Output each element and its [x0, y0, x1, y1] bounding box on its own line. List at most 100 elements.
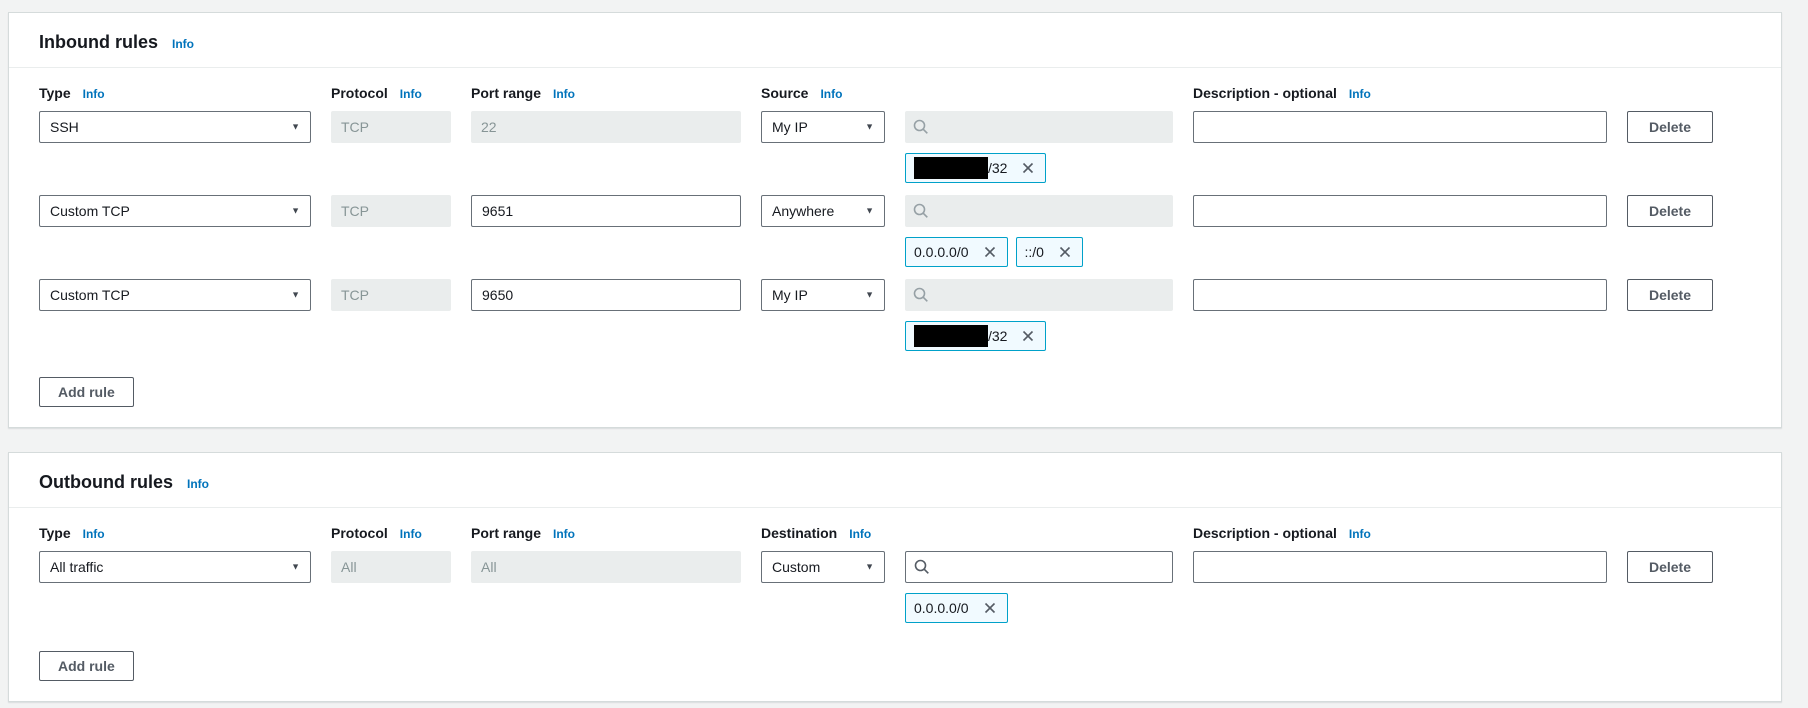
chevron-down-icon: ▼ [291, 291, 300, 300]
type-select[interactable]: Custom TCP ▼ [39, 279, 311, 311]
type-info-link[interactable]: Info [83, 87, 105, 101]
source-info-link[interactable]: Info [820, 87, 842, 101]
column-label-port-range: Port range Info [471, 524, 741, 542]
add-rule-button[interactable]: Add rule [39, 377, 134, 407]
inbound-rule-row: SSH ▼ TCP 22 My IP ▼ Delete /32 [39, 111, 1751, 183]
description-input[interactable] [1193, 551, 1607, 583]
inbound-column-labels: Type Info Protocol Info Port range Info … [39, 84, 1751, 102]
destination-tokens: 0.0.0.0/0 [905, 593, 1173, 623]
cidr-token: 0.0.0.0/0 [905, 237, 1008, 267]
chevron-down-icon: ▼ [865, 563, 874, 572]
inbound-rule-row: Custom TCP ▼ TCP Anywhere ▼ Delete 0.0.0… [39, 195, 1751, 267]
destination-search-input[interactable] [938, 559, 1164, 575]
type-select[interactable]: All traffic ▼ [39, 551, 311, 583]
destination-info-link[interactable]: Info [849, 527, 871, 541]
column-label-source: Source Info [761, 84, 885, 102]
column-label-protocol: Protocol Info [331, 524, 451, 542]
outbound-rules-panel: Outbound rules Info Type Info Protocol I… [8, 452, 1782, 702]
chevron-down-icon: ▼ [865, 123, 874, 132]
close-icon [1058, 245, 1072, 259]
column-label-type: Type Info [39, 84, 311, 102]
chevron-down-icon: ▼ [291, 123, 300, 132]
protocol-field: TCP [331, 279, 451, 311]
close-icon [983, 245, 997, 259]
add-rule-button[interactable]: Add rule [39, 651, 134, 681]
description-input[interactable] [1193, 279, 1607, 311]
protocol-field: TCP [331, 195, 451, 227]
close-icon [983, 601, 997, 615]
inbound-panel-title: Inbound rules [39, 31, 158, 53]
destination-search-box[interactable] [905, 551, 1173, 583]
close-icon [1021, 329, 1035, 343]
column-label-destination: Destination Info [761, 524, 885, 542]
source-search-box [905, 279, 1173, 311]
protocol-field: TCP [331, 111, 451, 143]
delete-rule-button[interactable]: Delete [1627, 195, 1713, 227]
description-input[interactable] [1193, 111, 1607, 143]
source-select[interactable]: My IP ▼ [761, 279, 885, 311]
source-search-box [905, 111, 1173, 143]
column-label-description: Description - optional Info [1193, 524, 1607, 542]
port-range-input[interactable] [471, 279, 741, 311]
description-input[interactable] [1193, 195, 1607, 227]
protocol-info-link[interactable]: Info [400, 87, 422, 101]
source-tokens: /32 [905, 153, 1173, 183]
chevron-down-icon: ▼ [291, 563, 300, 572]
source-tokens: 0.0.0.0/0 ::/0 [905, 237, 1173, 267]
port-range-field: All [471, 551, 741, 583]
redacted-ip [914, 157, 988, 179]
inbound-info-link[interactable]: Info [172, 37, 194, 51]
search-icon [914, 559, 930, 575]
description-info-link[interactable]: Info [1349, 527, 1371, 541]
remove-token-button[interactable] [983, 245, 997, 259]
outbound-panel-title: Outbound rules [39, 471, 173, 493]
port-range-info-link[interactable]: Info [553, 527, 575, 541]
cidr-token: ::/0 [1016, 237, 1083, 267]
column-label-type: Type Info [39, 524, 311, 542]
column-label-port-range: Port range Info [471, 84, 741, 102]
search-icon [913, 119, 929, 135]
inbound-panel-header: Inbound rules Info [9, 13, 1781, 68]
outbound-column-labels: Type Info Protocol Info Port range Info … [39, 524, 1751, 542]
type-select[interactable]: SSH ▼ [39, 111, 311, 143]
port-range-info-link[interactable]: Info [553, 87, 575, 101]
source-search-input [937, 119, 1165, 135]
outbound-rule-row: All traffic ▼ All All Custom ▼ Delete 0.… [39, 551, 1751, 623]
source-search-input [937, 287, 1165, 303]
remove-token-button[interactable] [983, 601, 997, 615]
cidr-token: 0.0.0.0/0 [905, 593, 1008, 623]
inbound-rules-panel: Inbound rules Info Type Info Protocol In… [8, 12, 1782, 428]
outbound-panel-header: Outbound rules Info [9, 453, 1781, 508]
delete-rule-button[interactable]: Delete [1627, 111, 1713, 143]
protocol-info-link[interactable]: Info [400, 527, 422, 541]
chevron-down-icon: ▼ [865, 207, 874, 216]
search-icon [913, 287, 929, 303]
destination-select[interactable]: Custom ▼ [761, 551, 885, 583]
outbound-info-link[interactable]: Info [187, 477, 209, 491]
source-select[interactable]: My IP ▼ [761, 111, 885, 143]
inbound-panel-body: Type Info Protocol Info Port range Info … [9, 68, 1781, 427]
source-tokens: /32 [905, 321, 1173, 351]
port-range-field: 22 [471, 111, 741, 143]
column-label-protocol: Protocol Info [331, 84, 451, 102]
description-info-link[interactable]: Info [1349, 87, 1371, 101]
column-label-description: Description - optional Info [1193, 84, 1607, 102]
delete-rule-button[interactable]: Delete [1627, 279, 1713, 311]
cidr-token: /32 [905, 321, 1046, 351]
chevron-down-icon: ▼ [865, 291, 874, 300]
source-select[interactable]: Anywhere ▼ [761, 195, 885, 227]
search-icon [913, 203, 929, 219]
port-range-input[interactable] [471, 195, 741, 227]
chevron-down-icon: ▼ [291, 207, 300, 216]
source-search-input [937, 203, 1165, 219]
outbound-panel-body: Type Info Protocol Info Port range Info … [9, 508, 1781, 701]
redacted-ip [914, 325, 988, 347]
remove-token-button[interactable] [1021, 329, 1035, 343]
remove-token-button[interactable] [1021, 161, 1035, 175]
type-select[interactable]: Custom TCP ▼ [39, 195, 311, 227]
cidr-token: /32 [905, 153, 1046, 183]
delete-rule-button[interactable]: Delete [1627, 551, 1713, 583]
type-info-link[interactable]: Info [83, 527, 105, 541]
close-icon [1021, 161, 1035, 175]
remove-token-button[interactable] [1058, 245, 1072, 259]
